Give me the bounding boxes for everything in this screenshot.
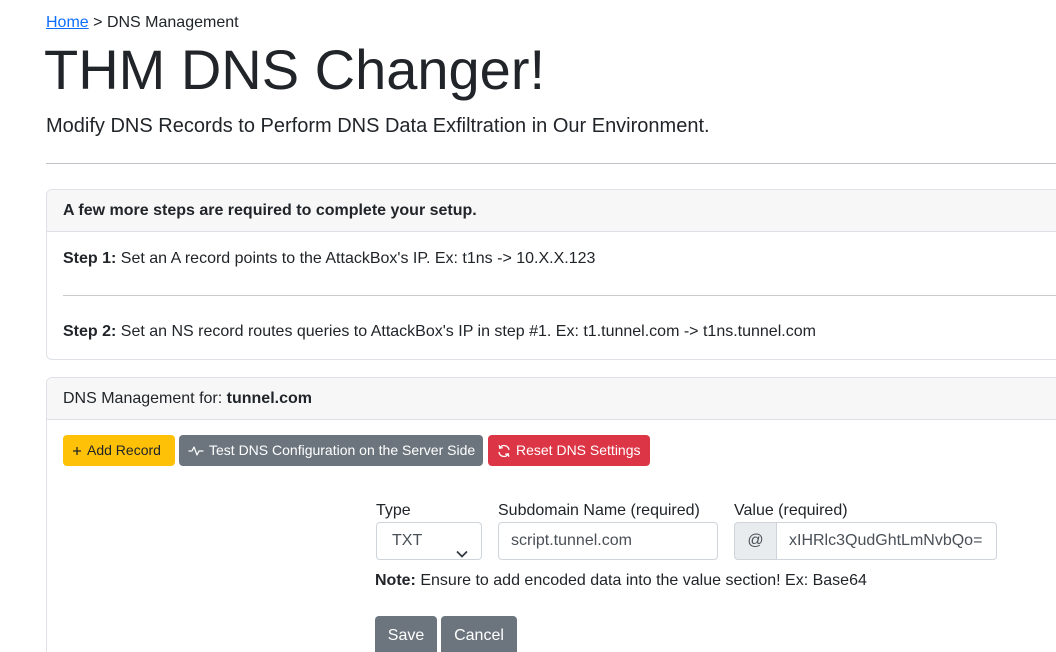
header-divider (46, 163, 1056, 164)
reset-dns-button[interactable]: Reset DNS Settings (488, 435, 650, 466)
note-text: Ensure to add encoded data into the valu… (420, 572, 867, 589)
value-prefix-addon: @ (734, 522, 777, 560)
activity-icon (188, 445, 204, 457)
subdomain-input[interactable]: script.tunnel.com (498, 522, 718, 560)
value-input[interactable]: xIHRlc3QudGhtLmNvbQo= (776, 522, 997, 560)
note-label: Note: (375, 572, 416, 589)
save-button[interactable]: Save (375, 616, 437, 652)
step-1: Step 1: Set an A record points to the At… (63, 249, 595, 269)
refresh-icon (497, 444, 511, 458)
page-lead: Modify DNS Records to Perform DNS Data E… (46, 115, 710, 137)
step-2-text: Set an NS record routes queries to Attac… (120, 323, 816, 340)
subdomain-label: Subdomain Name (required) (498, 502, 700, 519)
breadcrumb-current: DNS Management (106, 14, 239, 31)
plus-icon (72, 446, 82, 456)
step-1-label: Step 1: (63, 250, 117, 267)
page-title: THM DNS Changer! (44, 38, 546, 101)
dns-card-header: DNS Management for: tunnel.com (47, 378, 1056, 420)
test-dns-button[interactable]: Test DNS Configuration on the Server Sid… (179, 435, 483, 466)
dns-changer-page: Home > DNS Management THM DNS Changer! M… (0, 0, 1056, 652)
type-select-value: TXT (392, 532, 423, 549)
breadcrumb-home-link[interactable]: Home (46, 14, 89, 31)
value-label: Value (required) (734, 502, 848, 519)
encoding-note: Note: Ensure to add encoded data into th… (375, 571, 867, 591)
step-2: Step 2: Set an NS record routes queries … (63, 322, 816, 342)
dns-management-card: DNS Management for: tunnel.com Add Recor… (46, 377, 1056, 652)
step-1-text: Set an A record points to the AttackBox'… (120, 250, 596, 267)
setup-card-header: A few more steps are required to complet… (47, 190, 1056, 232)
test-dns-label: Test DNS Configuration on the Server Sid… (209, 442, 476, 458)
breadcrumb: Home > DNS Management (46, 14, 239, 32)
type-select[interactable]: TXT (376, 522, 482, 560)
dns-card-domain: tunnel.com (226, 390, 312, 407)
add-record-button[interactable]: Add Record (63, 435, 175, 466)
steps-divider (63, 295, 1056, 296)
reset-dns-label: Reset DNS Settings (516, 442, 641, 458)
cancel-button[interactable]: Cancel (441, 616, 517, 652)
add-record-label: Add Record (87, 442, 161, 458)
step-2-label: Step 2: (63, 323, 117, 340)
type-label: Type (376, 502, 411, 519)
chevron-down-icon (456, 536, 468, 559)
breadcrumb-separator: > (93, 14, 103, 31)
setup-steps-card: A few more steps are required to complet… (46, 189, 1056, 360)
dns-card-header-prefix: DNS Management for: (63, 390, 223, 407)
